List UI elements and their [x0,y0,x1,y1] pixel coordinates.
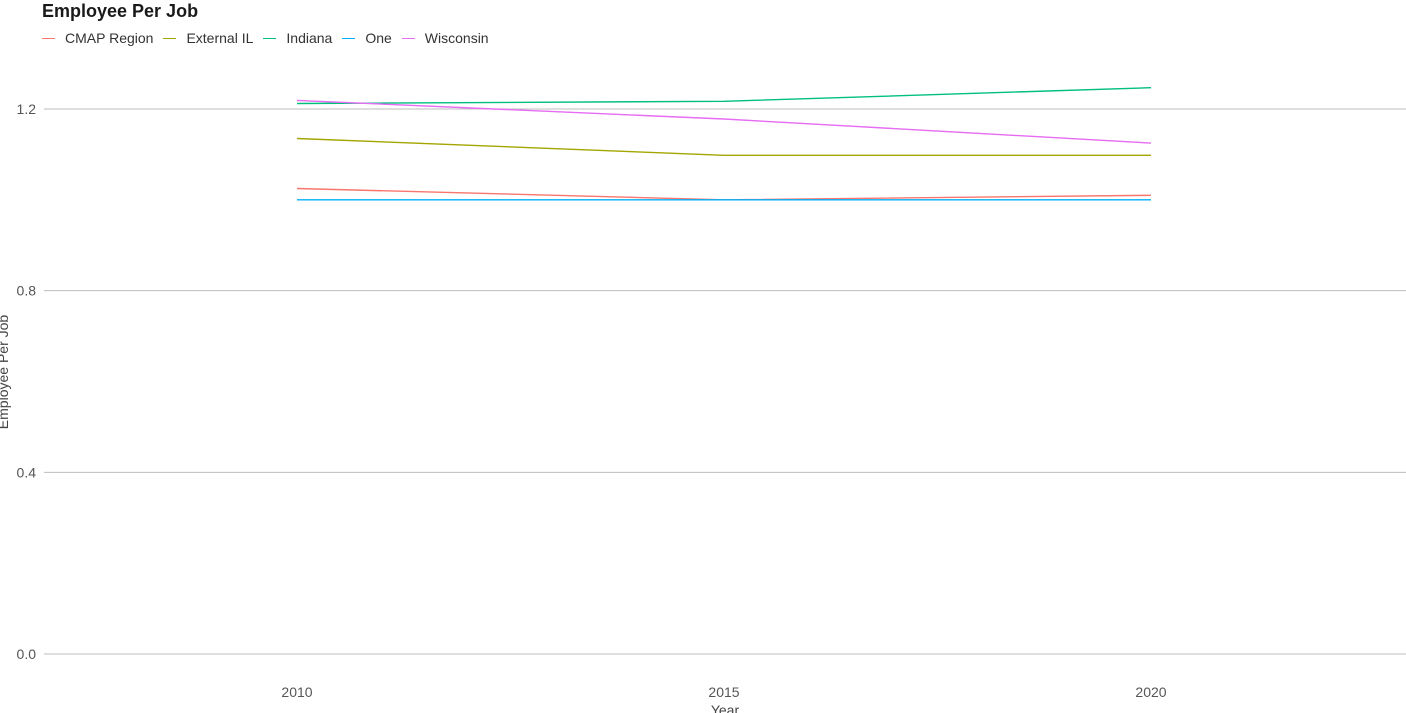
series-line-external-il [296,137,1151,157]
y-tick-label: 0.0 [17,646,37,662]
y-tick-label: 0.8 [17,283,37,299]
y-axis-title: Employee Per Job [0,315,11,430]
line-chart: 0.0 0.4 0.8 1.2 2010 2015 2020 Year Employee … [0,87,1406,713]
series-lines [296,87,1152,201]
x-tick-label: 2010 [281,684,312,700]
x-tick-label: 2020 [1135,684,1166,700]
series-line-cmap-region [296,187,1152,201]
y-tick-label: 0.4 [17,464,37,480]
x-axis-ticks: 2010 2015 2020 [281,684,1166,700]
gridlines [44,108,1406,655]
series-line-wisconsin [296,99,1152,144]
x-axis-title: Year [711,702,740,713]
x-tick-label: 2015 [708,684,739,700]
y-tick-label: 1.2 [17,101,37,117]
series-line-indiana [296,87,1152,105]
y-axis-ticks: 0.0 0.4 0.8 1.2 [17,101,37,662]
